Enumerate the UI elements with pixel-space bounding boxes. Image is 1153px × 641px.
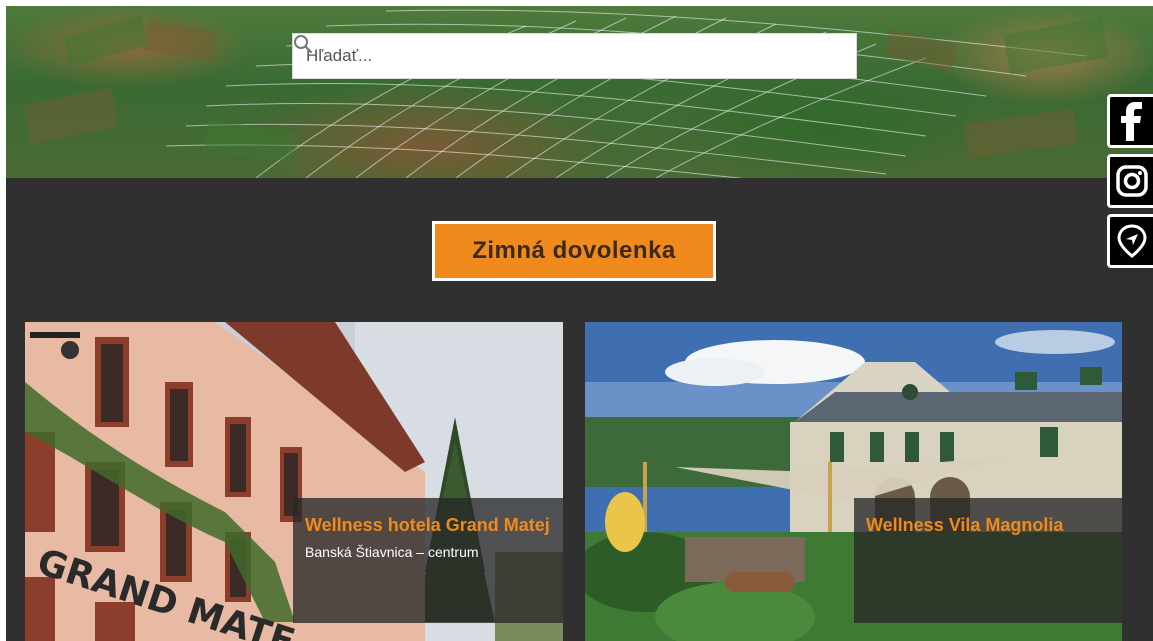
hotel-name[interactable]: Wellness hotela Grand Matej [305,514,551,537]
hero-banner [6,6,1153,178]
map-pin-icon[interactable] [1107,214,1153,268]
section-title-button[interactable]: Zimná dovolenka [432,221,716,281]
search-bar [292,33,857,79]
hero-terrain-grid [22,9,1109,178]
search-input[interactable] [293,34,816,78]
hotel-card-overlay: Wellness hotela Grand Matej Banská Štiav… [293,498,563,623]
hotel-card-vila-magnolia[interactable]: Wellness Vila Magnolia [585,322,1122,641]
hotel-sign-text: GRAND MATE [32,542,299,641]
page: Zimná dovolenka [6,6,1153,641]
search-icon[interactable] [294,34,856,78]
instagram-icon[interactable] [1107,154,1153,208]
hotel-card-grand-matej[interactable]: GRAND MATE Wellness hotela Grand Matej B… [25,322,563,641]
facebook-icon[interactable] [1107,94,1153,148]
social-sidebar [1107,94,1153,274]
hotel-location: Banská Štiavnica – centrum [305,544,479,560]
hotel-card-overlay: Wellness Vila Magnolia [854,498,1122,623]
hotel-name[interactable]: Wellness Vila Magnolia [866,514,1110,537]
